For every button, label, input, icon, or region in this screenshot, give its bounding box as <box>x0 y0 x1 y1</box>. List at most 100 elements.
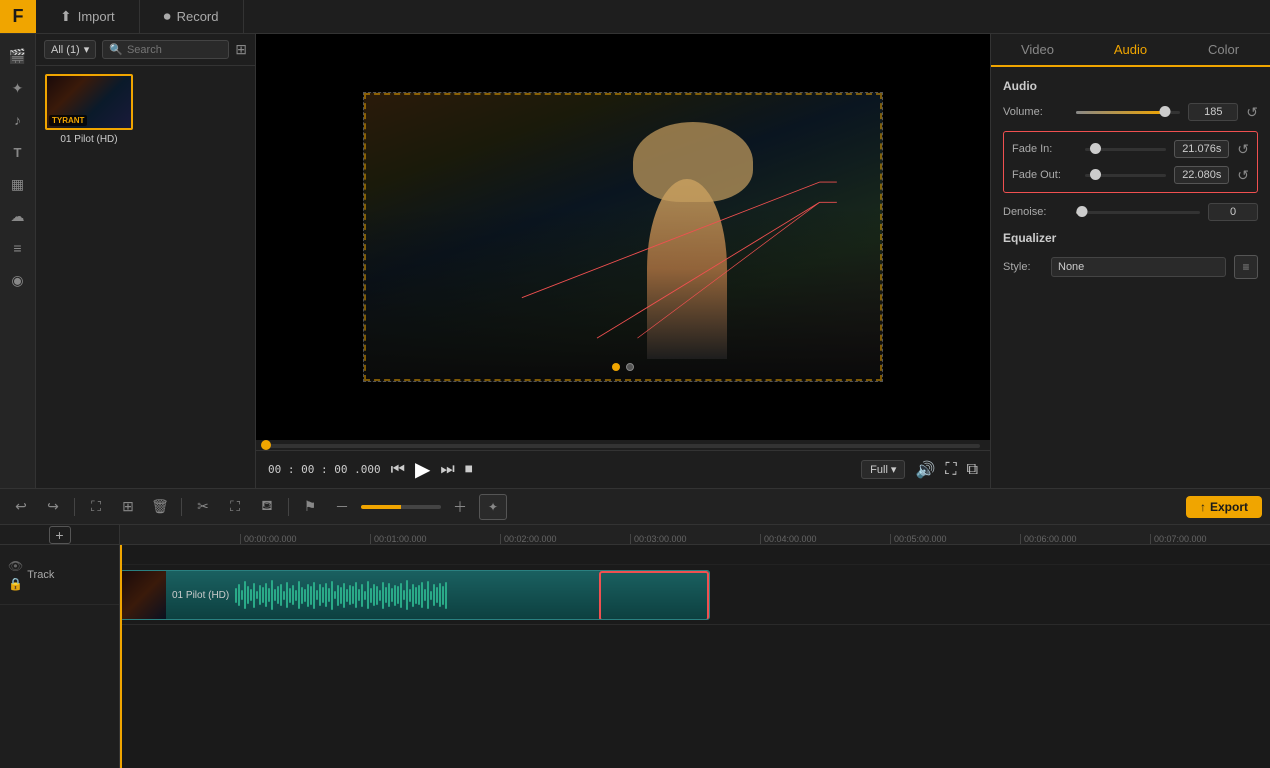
select-tool[interactable]: ⛶ <box>83 494 109 520</box>
zoom-in-button[interactable]: ＋ <box>447 494 473 520</box>
media-toolbar: All (1) ▾ 🔍 ⊞ <box>36 34 255 66</box>
trim-button[interactable]: ⛾ <box>254 494 280 520</box>
fade-out-reset-button[interactable]: ↺ <box>1237 167 1249 184</box>
media-panel: All (1) ▾ 🔍 ⊞ TYRANT 01 Pilot (HD) <box>36 34 256 488</box>
timeline-tracks-content: 01 Pilot (HD) <box>120 545 1270 768</box>
playhead[interactable] <box>120 545 122 768</box>
volume-row: Volume: 185 ↺ <box>1003 103 1258 121</box>
fade-in-value[interactable]: 21.076s <box>1174 140 1229 158</box>
track-lock-icon[interactable]: 🔒 <box>8 577 23 591</box>
zoom-slider[interactable] <box>361 505 441 509</box>
volume-button[interactable]: 🔊 <box>915 460 935 480</box>
video-clip[interactable]: 01 Pilot (HD) <box>120 570 710 620</box>
search-input[interactable] <box>127 44 222 56</box>
timeline-ruler: 00:00:00.000 00:01:00.000 00:02:00.000 0… <box>120 525 1270 545</box>
thumb-label: TYRANT <box>49 115 87 126</box>
quality-selector[interactable]: Full ▾ <box>861 460 905 479</box>
video-content <box>364 93 882 381</box>
separator-2 <box>181 498 182 516</box>
seek-bar[interactable] <box>266 444 980 448</box>
split-button[interactable]: ✂ <box>190 494 216 520</box>
denoise-row: Denoise: 0 <box>1003 203 1258 221</box>
volume-value[interactable]: 185 <box>1188 103 1238 121</box>
quality-chevron: ▾ <box>891 463 897 476</box>
media-thumbnail: TYRANT <box>45 74 133 130</box>
denoise-value[interactable]: 0 <box>1208 203 1258 221</box>
denoise-slider[interactable] <box>1076 211 1200 214</box>
tab-audio[interactable]: Audio <box>1084 34 1177 67</box>
clip-thumbnail <box>121 571 166 619</box>
fade-in-row: Fade In: 21.076s ↺ <box>1012 140 1249 158</box>
redo-button[interactable]: ↪ <box>40 494 66 520</box>
volume-slider[interactable] <box>1076 111 1180 114</box>
fade-in-slider[interactable] <box>1085 148 1166 151</box>
right-panel: Video Audio Color Audio Volume: 185 ↺ <box>990 34 1270 488</box>
delete-clip-button[interactable]: 🗑 <box>147 494 173 520</box>
equalizer-section: Equalizer Style: None ≡ <box>1003 231 1258 279</box>
panel-tabs: Video Audio Color <box>991 34 1270 67</box>
fade-in-reset-button[interactable]: ↺ <box>1237 141 1249 158</box>
ruler-mark-6: 00:06:00.000 <box>1020 534 1150 544</box>
fade-in-label: Fade In: <box>1012 143 1077 155</box>
video-frame <box>363 92 883 382</box>
import-tab-label: Import <box>78 9 115 24</box>
undo-button[interactable]: ↩ <box>8 494 34 520</box>
fade-out-knob[interactable] <box>1090 169 1101 180</box>
volume-reset-button[interactable]: ↺ <box>1246 104 1258 121</box>
style-select[interactable]: None <box>1051 257 1226 277</box>
step-back-button[interactable]: ⏮ <box>391 461 405 479</box>
separator-1 <box>74 498 75 516</box>
search-icon: 🔍 <box>109 43 123 56</box>
volume-label: Volume: <box>1003 106 1068 118</box>
volume-knob[interactable] <box>1159 106 1170 117</box>
sidebar-icon-effects[interactable]: ✦ <box>4 74 32 102</box>
add-clip-button[interactable]: ⊞ <box>115 494 141 520</box>
import-icon: ⬆ <box>60 8 72 25</box>
media-filter-dropdown[interactable]: All (1) ▾ <box>44 40 96 59</box>
equalizer-settings-button[interactable]: ≡ <box>1234 255 1258 279</box>
sidebar-icon-audio[interactable]: ♪ <box>4 106 32 134</box>
step-forward-button[interactable]: ⏭ <box>440 461 454 479</box>
zoom-out-button[interactable]: － <box>329 494 355 520</box>
tab-import[interactable]: ⬆ Import <box>36 0 140 33</box>
equalizer-style-row: Style: None ≡ <box>1003 255 1258 279</box>
export-button[interactable]: ↑ Export <box>1186 496 1262 518</box>
media-item[interactable]: TYRANT 01 Pilot (HD) <box>44 74 134 145</box>
fade-out-slider[interactable] <box>1085 174 1166 177</box>
add-track-button[interactable]: + <box>49 526 71 544</box>
separator-3 <box>288 498 289 516</box>
sidebar-icon-text[interactable]: T <box>4 138 32 166</box>
sidebar-icon-transitions[interactable]: ☁ <box>4 202 32 230</box>
video-controls: 00 : 00 : 00 .000 ⏮ ▶ ⏭ ⏹ Full ▾ 🔊 ⛶ ⧉ <box>256 450 990 488</box>
flag-button[interactable]: ⚑ <box>297 494 323 520</box>
preview-area: 00 : 00 : 00 .000 ⏮ ▶ ⏭ ⏹ Full ▾ 🔊 ⛶ ⧉ <box>256 34 990 488</box>
clip-label: 01 Pilot (HD) <box>166 590 235 601</box>
sidebar-icon-tools[interactable]: ◉ <box>4 266 32 294</box>
progress-knob[interactable] <box>261 440 271 450</box>
fade-out-indicator <box>599 571 709 620</box>
play-button[interactable]: ▶ <box>415 457 430 482</box>
ruler-mark-1: 00:01:00.000 <box>370 534 500 544</box>
fullscreen-button[interactable]: ⛶ <box>945 461 956 479</box>
ruler-mark-2: 00:02:00.000 <box>500 534 630 544</box>
fade-in-knob[interactable] <box>1090 143 1101 154</box>
media-search-box[interactable]: 🔍 <box>102 40 229 59</box>
fade-out-label: Fade Out: <box>1012 169 1077 181</box>
tab-record[interactable]: ⏺ Record <box>140 0 244 33</box>
tab-video[interactable]: Video <box>991 34 1084 65</box>
ruler-mark-4: 00:04:00.000 <box>760 534 890 544</box>
crop-button[interactable]: ⛶ <box>222 494 248 520</box>
tab-color[interactable]: Color <box>1177 34 1270 65</box>
track-visibility-icon[interactable]: 👁 <box>8 559 23 573</box>
pip-button[interactable]: ⧉ <box>967 461 978 479</box>
fade-out-value[interactable]: 22.080s <box>1174 166 1229 184</box>
magic-button[interactable]: ✦ <box>479 494 507 520</box>
track-label: 👁 🔒 Track <box>0 545 119 605</box>
left-sidebar: 🎬 ✦ ♪ T ▦ ☁ ≡ ◉ <box>0 34 36 488</box>
media-view-toggle[interactable]: ⊞ <box>235 41 247 58</box>
sidebar-icon-layers[interactable]: ≡ <box>4 234 32 262</box>
stop-button[interactable]: ⏹ <box>465 461 473 479</box>
denoise-knob[interactable] <box>1077 206 1088 217</box>
sidebar-icon-filters[interactable]: ▦ <box>4 170 32 198</box>
sidebar-icon-media[interactable]: 🎬 <box>4 42 32 70</box>
